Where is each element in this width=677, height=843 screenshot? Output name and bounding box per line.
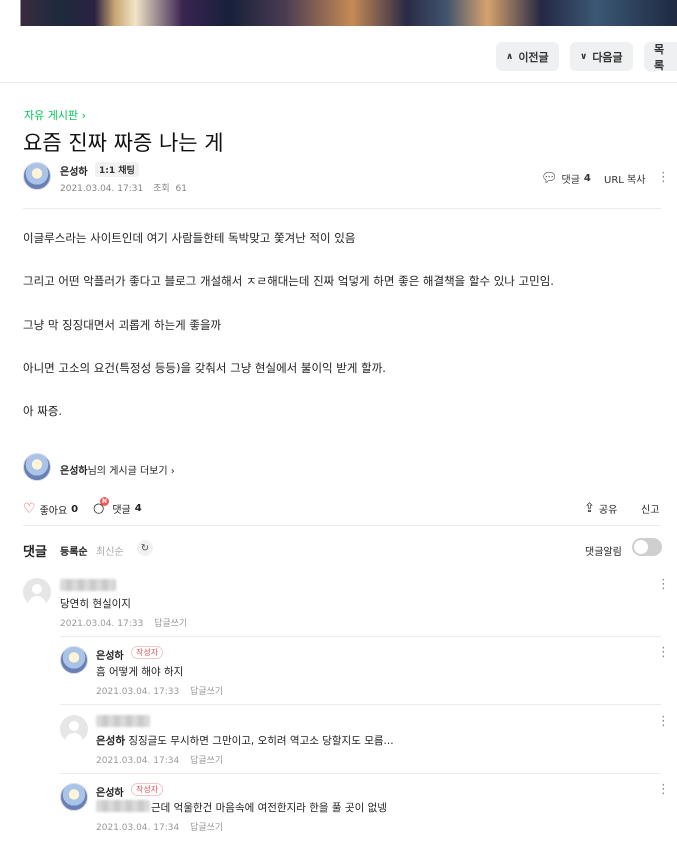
commenter-name[interactable]: 은성하 [96,784,124,799]
url-copy-button[interactable]: URL 복사 [604,171,645,186]
post-date: 2021.03.04. 17:31 [60,184,144,194]
comment-meta: 2021.03.04. 17:34 답글쓰기 [96,820,223,833]
comment-options-icon[interactable]: ⋮ [657,783,670,796]
comment-meta: 2021.03.04. 17:34 답글쓰기 [96,753,223,766]
top-toolbar: ∧ 이전글 ∨ 다음글 목록 [0,26,677,83]
like-label: 좋아요 [39,505,68,517]
like-button[interactable]: ♡ 좋아요 0 [23,501,78,517]
top-banner-image [0,0,677,26]
post-body-line: 이글루스라는 사이트인데 여기 사람들한테 독박맞고 쫓겨난 적이 있음 [23,231,356,245]
comments-count: 4 [583,173,591,184]
comment-date: 2021.03.04. 17:33 [60,619,144,629]
heart-icon: ♡ [23,501,36,517]
blurred-username [60,579,116,591]
author-avatar[interactable] [23,162,51,190]
sort-latest-tab[interactable]: 최신순 [96,543,124,558]
prev-post-button[interactable]: ∧ 이전글 [496,42,559,71]
share-label: 공유 [598,505,618,516]
share-icon: ⇪ [584,501,595,516]
post-body-line: 아니면 고소의 요건(특정성 등등)을 갖춰서 그냥 현실에서 불이익 받게 할… [23,361,386,375]
views-label: 조회 [153,184,170,194]
comment-bubble-icon: 💬︎ [541,171,558,186]
url-copy-label: URL 복사 [604,175,646,186]
chevron-right-icon: › [81,109,87,122]
next-post-label: 다음글 [592,50,623,64]
writer-badge: 작성자 [131,783,164,796]
blurred-username [96,715,150,727]
comment-date: 2021.03.04. 17:34 [96,756,180,766]
comment-options-icon[interactable]: ⋮ [657,715,670,728]
comment-notify-toggle[interactable] [632,538,662,556]
more-posts-label: 님의 게시글 더보기 [87,466,168,477]
post-body-line: 아 짜증. [23,404,63,418]
post-title: 요즘 진짜 짜증 나는 게 [23,131,224,155]
comment-button[interactable]: ○ N 댓글 4 [93,497,142,516]
comment-date: 2021.03.04. 17:33 [96,687,180,697]
reply-link[interactable]: 답글쓰기 [154,619,187,629]
reply-link[interactable]: 답글쓰기 [190,687,223,697]
more-author-name: 은성하 [60,466,88,477]
comment-meta: 2021.03.04. 17:33 답글쓰기 [60,616,187,629]
blurred-mention [96,800,150,812]
comment-options-icon[interactable]: ⋮ [657,578,670,591]
comment-divider [60,636,661,637]
chevron-down-icon: ∨ [580,51,588,62]
reply-link[interactable]: 답글쓰기 [190,823,223,833]
list-button[interactable]: 목록 [644,42,677,72]
reaction-divider [23,525,661,526]
refresh-icon[interactable]: ↻ [137,540,153,556]
commenter-avatar[interactable] [60,783,88,811]
report-button[interactable]: 신고 [641,501,659,516]
comment-count: 4 [134,503,142,514]
more-posts-link[interactable]: 은성하님의 게시글 더보기 › [60,462,175,477]
comment-text: 근데 억울한건 마음속에 여전한지라 한을 풀 곳이 없넹 [151,802,387,814]
writer-badge: 작성자 [131,646,164,659]
author-avatar[interactable] [23,453,51,481]
comments-label: 댓글 [561,175,580,186]
comment-date: 2021.03.04. 17:34 [96,823,180,833]
comment-meta: 2021.03.04. 17:33 답글쓰기 [96,684,223,697]
board-breadcrumb[interactable]: 자유 게시판 › [24,107,86,123]
comment-options-icon[interactable]: ⋮ [657,646,670,659]
comment-text: 은성하 징징글도 무시하면 그만이고, 오히려 역고소 당할지도 모름... [96,733,394,748]
views-count: 61 [175,184,187,194]
comment-text: 당연히 현실이지 [60,598,131,610]
comment-notify-label: 댓글알림 [585,547,622,558]
chevron-up-icon: ∧ [506,51,514,62]
reply-link[interactable]: 답글쓰기 [190,756,223,766]
report-label: 신고 [641,505,660,516]
post-author[interactable]: 은성하 [60,163,88,178]
like-count: 0 [71,503,79,515]
sort-registered-tab[interactable]: 등록순 [60,543,88,558]
prev-post-label: 이전글 [518,50,549,64]
comment-text: 흠 어떻게 해야 하지 [96,666,184,678]
more-options-icon[interactable]: ⋮ [657,171,670,184]
commenter-avatar[interactable] [23,578,51,606]
post-body-line: 그리고 어떤 악플러가 좋다고 블로그 개설해서 ㅈㄹ해대는데 진짜 엌덯게 하… [23,274,554,288]
comment-label: 댓글 [112,505,131,516]
chevron-right-icon: › [170,466,175,477]
header-divider [23,208,661,209]
comment-divider [60,704,661,705]
post-comments-link[interactable]: 💬︎ 댓글 4 [541,171,591,186]
post-meta: 2021.03.04. 17:31 조회 61 [60,181,187,194]
commenter-name[interactable]: 은성하 [96,647,124,662]
chat-badge[interactable]: 1:1 채팅 [95,162,139,177]
comment-bubble-icon: ○ N [93,497,109,516]
new-badge: N [100,497,109,506]
post-body-line: 그냥 막 징징대면서 괴롭게 하는게 좋을까 [23,318,222,332]
commenter-avatar[interactable] [60,646,88,674]
commenter-avatar[interactable] [60,715,88,743]
comment-divider [60,773,661,774]
mention-name[interactable]: 은성하 [96,735,125,747]
share-button[interactable]: ⇪ 공유 [584,501,617,516]
board-name: 자유 게시판 [24,109,79,122]
comments-title: 댓글 [23,545,47,560]
comment-body: 징징글도 무시하면 그만이고, 오히려 역고소 당할지도 모름... [128,735,394,747]
list-label: 목록 [654,42,665,72]
next-post-button[interactable]: ∨ 다음글 [570,42,633,71]
